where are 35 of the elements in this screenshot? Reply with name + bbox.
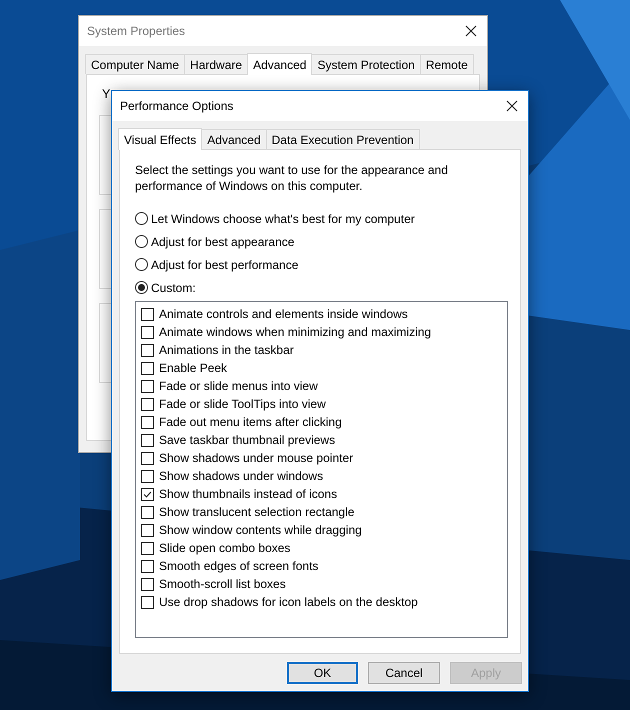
tab[interactable]: System Protection: [311, 54, 421, 74]
checkbox-option[interactable]: Show window contents while dragging: [141, 521, 507, 539]
checkbox-option[interactable]: Animate windows when minimizing and maximizing: [141, 323, 507, 341]
checkbox-option[interactable]: Show shadows under windows: [141, 467, 507, 485]
checkbox-option[interactable]: Animate controls and elements inside windows: [141, 305, 507, 323]
window-title: System Properties: [87, 24, 186, 38]
tab[interactable]: Advanced: [247, 53, 312, 75]
checkbox-option[interactable]: Smooth edges of screen fonts: [141, 557, 507, 575]
ok-button[interactable]: OK: [287, 662, 358, 684]
checkbox-option[interactable]: Fade out menu items after clicking: [141, 413, 507, 431]
checkbox-option[interactable]: Show thumbnails instead of icons: [141, 485, 507, 503]
tab[interactable]: Data Execution Prevention: [266, 129, 420, 149]
checkbox-option[interactable]: Animations in the taskbar: [141, 341, 507, 359]
tab[interactable]: Visual Effects: [118, 128, 202, 150]
close-icon[interactable]: [465, 25, 477, 37]
checkbox-option[interactable]: Show translucent selection rectangle: [141, 503, 507, 521]
tab[interactable]: Remote: [420, 54, 474, 74]
radio-option[interactable]: Let Windows choose what's best for my computer: [135, 207, 507, 230]
close-icon[interactable]: [506, 100, 518, 112]
checkbox-option[interactable]: Smooth-scroll list boxes: [141, 575, 507, 593]
radio-option[interactable]: Custom:: [135, 276, 507, 299]
cancel-button[interactable]: Cancel: [368, 662, 440, 684]
checkbox-option[interactable]: Show shadows under mouse pointer: [141, 449, 507, 467]
checkbox-option[interactable]: Fade or slide menus into view: [141, 377, 507, 395]
window-title: Performance Options: [120, 99, 234, 113]
checkbox-option[interactable]: Use drop shadows for icon labels on the desktop: [141, 593, 507, 611]
checkbox-option[interactable]: Slide open combo boxes: [141, 539, 507, 557]
description-text: Select the settings you want to use for the appearance and performance of Windows on this computer.: [135, 162, 449, 194]
checkbox-option[interactable]: Save taskbar thumbnail previews: [141, 431, 507, 449]
tab[interactable]: Computer Name: [85, 54, 186, 74]
radio-option[interactable]: Adjust for best performance: [135, 253, 507, 276]
checkbox-option[interactable]: Fade or slide ToolTips into view: [141, 395, 507, 413]
description-text: Y: [102, 87, 112, 101]
radio-option[interactable]: Adjust for best appearance: [135, 230, 507, 253]
checkbox-option[interactable]: Enable Peek: [141, 359, 507, 377]
